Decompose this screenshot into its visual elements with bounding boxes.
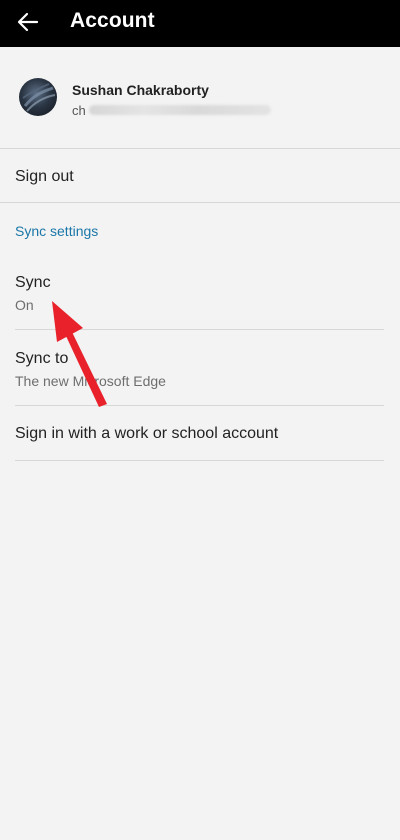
sign-out-label: Sign out [15,168,74,185]
app-bar: Account [0,0,400,47]
sync-to-value: The new Microsoft Edge [15,373,166,389]
avatar [19,78,57,116]
divider [0,202,400,203]
back-arrow-icon [17,12,39,32]
divider [15,460,384,461]
sync-item[interactable]: Sync On [0,255,400,329]
profile-name: Sushan Chakraborty [72,82,209,98]
sync-to-item[interactable]: Sync to The new Microsoft Edge [0,330,400,405]
work-school-signin-label: Sign in with a work or school account [15,425,279,442]
sign-out-button[interactable]: Sign out [0,149,400,202]
profile-email: ch [72,102,271,118]
back-button[interactable] [12,6,44,38]
work-school-signin-item[interactable]: Sign in with a work or school account [0,406,400,460]
email-redacted [88,105,271,115]
sync-settings-header: Sync settings [15,223,99,239]
page-title: Account [70,9,155,32]
email-visible-prefix: ch [72,102,86,118]
sync-status: On [15,297,34,313]
sync-label: Sync [15,274,51,291]
sync-to-label: Sync to [15,350,69,367]
profile-card: Sushan Chakraborty ch [0,47,400,148]
